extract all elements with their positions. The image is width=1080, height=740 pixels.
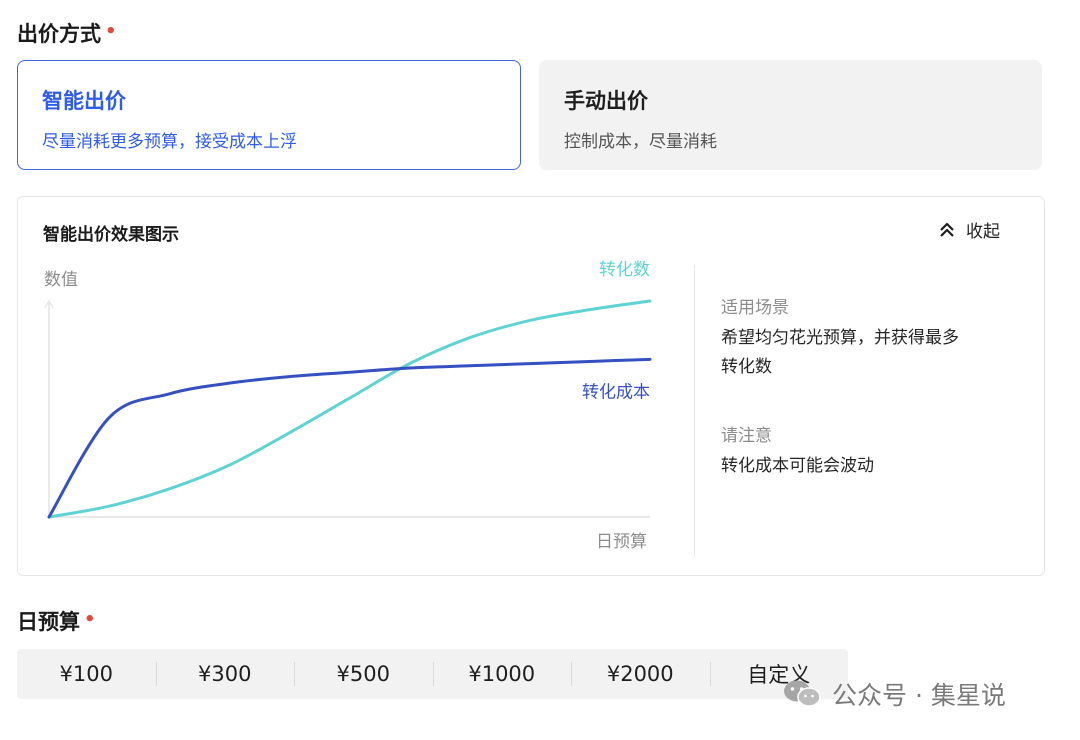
required-mark: • xyxy=(84,609,96,630)
budget-option-500[interactable]: ¥500 xyxy=(294,649,433,699)
wechat-icon xyxy=(784,680,821,707)
budget-option-2000[interactable]: ¥2000 xyxy=(571,649,710,699)
notice-section: 请注意 xyxy=(721,421,1011,446)
effect-chart: 数值 日预算 转化数转化成本 xyxy=(44,260,652,552)
scene-label: 适用场景 xyxy=(721,298,789,318)
daily-budget-options: ¥100 ¥300 ¥500 ¥1000 ¥2000 自定义 xyxy=(17,649,848,699)
manual-bid-desc: 控制成本，尽量消耗 xyxy=(564,132,717,152)
daily-budget-title: 日预算 • xyxy=(17,606,96,636)
collapse-button[interactable]: 收起 xyxy=(938,217,1000,242)
manual-bid-title: 手动出价 xyxy=(564,89,648,113)
notice-text-wrap: 转化成本可能会波动 xyxy=(721,452,1011,481)
bid-method-title-text: 出价方式 xyxy=(17,22,101,46)
series-label-conversions: 转化数 xyxy=(599,260,650,280)
notice-label: 请注意 xyxy=(721,426,772,446)
footer-brand: 公众号 · 集星说 xyxy=(782,676,1006,712)
manual-bid-card[interactable]: 手动出价 控制成本，尽量消耗 xyxy=(539,60,1042,170)
scene-text-line-1: 希望均匀花光预算，并获得最多 xyxy=(721,328,959,348)
series-label-conversion-cost: 转化成本 xyxy=(582,382,650,402)
budget-option-100[interactable]: ¥100 xyxy=(17,649,156,699)
chevron-up-icon xyxy=(940,222,954,237)
x-axis-label: 日预算 xyxy=(596,532,647,552)
effect-chart-panel: 智能出价效果图示 收起 数值 日预算 转化数 转化成本 适用场景 希望均匀花光预算… xyxy=(17,196,1045,576)
series-line-conversion-cost xyxy=(47,357,652,519)
scene-text-line-2: 转化数 xyxy=(721,357,772,377)
collapse-label: 收起 xyxy=(966,222,1000,242)
budget-option-1000[interactable]: ¥1000 xyxy=(432,649,572,699)
series-line-conversions xyxy=(47,299,652,519)
smart-bid-title: 智能出价 xyxy=(42,89,126,113)
bid-method-title: 出价方式 • xyxy=(17,18,117,48)
daily-budget-title-text: 日预算 xyxy=(17,610,80,634)
footer-brand-text: 公众号 · 集星说 xyxy=(832,681,1006,710)
notice-text: 转化成本可能会波动 xyxy=(721,456,874,476)
required-mark: • xyxy=(105,21,117,42)
smart-bid-card[interactable]: 智能出价 尽量消耗更多预算，接受成本上浮 xyxy=(17,60,521,170)
y-axis-label: 数值 xyxy=(44,270,78,290)
scene-text: 希望均匀花光预算，并获得最多 转化数 xyxy=(721,324,1011,382)
panel-divider xyxy=(694,265,695,557)
scene-section: 适用场景 xyxy=(721,293,1011,318)
smart-bid-desc: 尽量消耗更多预算，接受成本上浮 xyxy=(42,132,297,152)
budget-option-300[interactable]: ¥300 xyxy=(155,649,295,699)
